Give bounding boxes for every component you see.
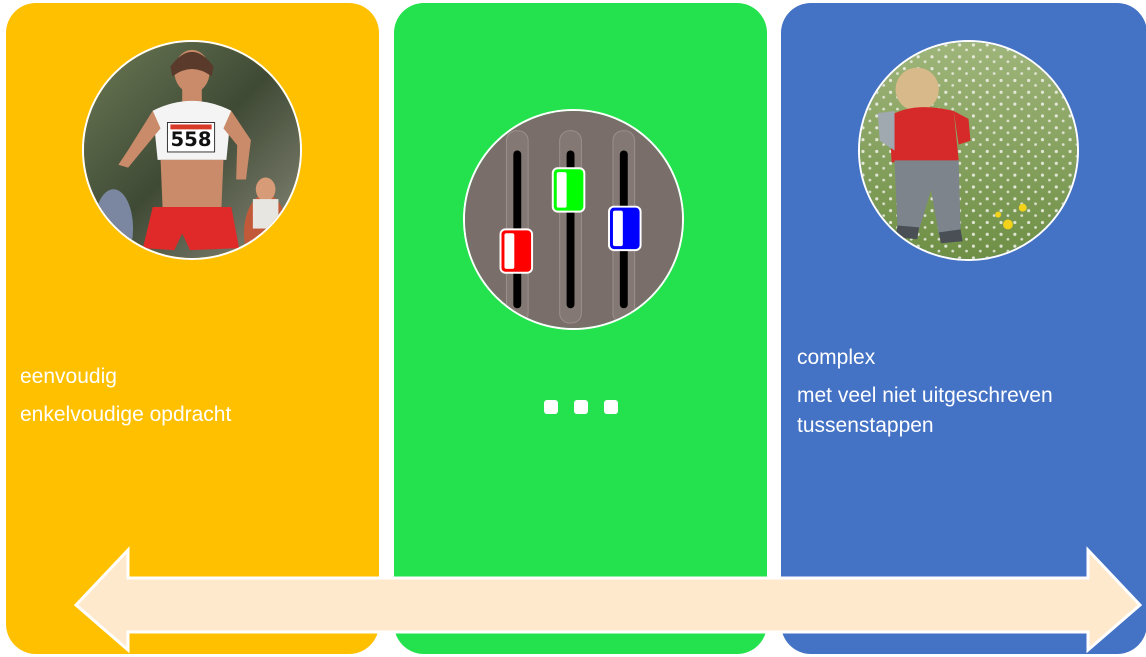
complex-title: complex xyxy=(797,346,876,369)
dot xyxy=(574,400,588,414)
simple-title: eenvoudig xyxy=(20,365,117,388)
simple-text-block: eenvoudig enkelvoudige opdracht xyxy=(20,362,231,430)
simple-subtitle: enkelvoudige opdracht xyxy=(20,403,232,426)
runner-photo: 558 xyxy=(82,40,302,260)
complex-subtitle-line2: tussenstappen xyxy=(797,414,934,437)
ellipsis-dots xyxy=(544,400,624,416)
mixer-sliders-icon xyxy=(463,109,684,330)
svg-text:558: 558 xyxy=(171,128,212,151)
toddler-in-meadow-photo xyxy=(858,40,1079,261)
dot xyxy=(544,400,558,414)
diagram-stage: 558 eenvoudig enkelvoudige opdracht comp… xyxy=(0,0,1146,657)
complex-subtitle-line1: met veel niet uitgeschreven xyxy=(797,384,1053,407)
complex-text-block: complex met veel niet uitgeschreven tuss… xyxy=(797,343,1053,441)
dot xyxy=(604,400,618,414)
